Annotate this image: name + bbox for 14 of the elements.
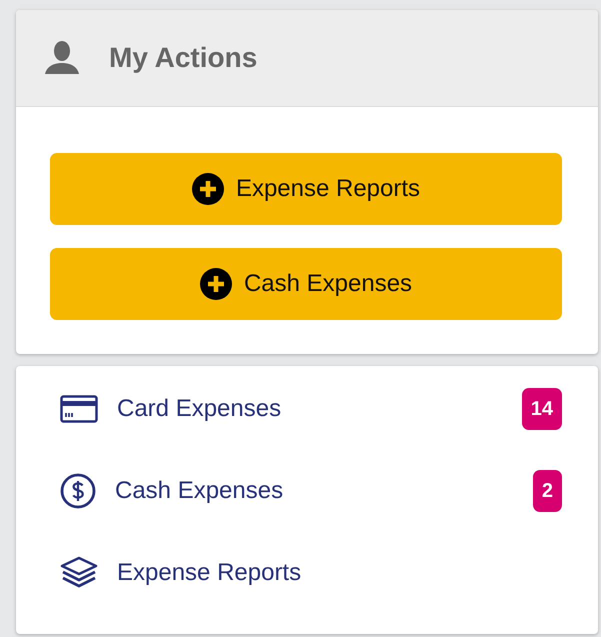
layers-icon [60, 556, 98, 590]
plus-circle-icon [192, 173, 224, 205]
add-button[interactable]: Expense Reports [50, 153, 562, 225]
user-icon [45, 40, 79, 76]
add-button[interactable]: Cash Expenses [50, 248, 562, 320]
nav-link[interactable]: Expense Reports [117, 552, 562, 594]
nav-link[interactable]: Card Expenses [117, 388, 503, 430]
dollar-circle-icon [60, 473, 96, 509]
panel-title: My Actions [109, 42, 258, 74]
credit-card-icon [60, 395, 98, 423]
count-badge: 2 [532, 470, 562, 512]
count-badge: 14 [522, 388, 562, 430]
nav-link[interactable]: Cash Expenses [115, 470, 514, 512]
plus-circle-icon [200, 268, 232, 300]
